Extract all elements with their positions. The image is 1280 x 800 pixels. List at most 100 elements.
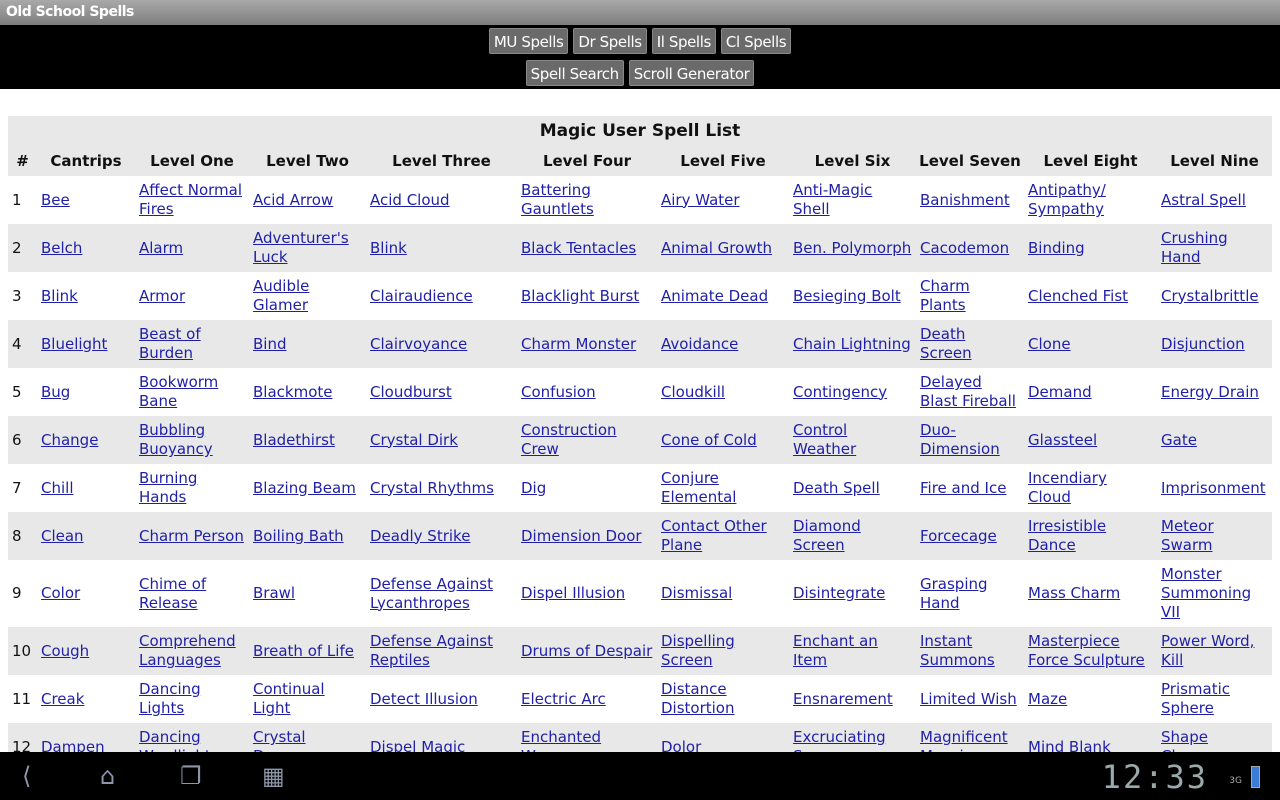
spell-link[interactable]: Chain Lightning (793, 335, 911, 353)
spell-link[interactable]: Construction Crew (521, 421, 617, 458)
spell-link[interactable]: Adventurer's Luck (253, 229, 349, 266)
spell-link[interactable]: Blacklight Burst (521, 287, 639, 305)
spell-link[interactable]: Color (41, 584, 80, 602)
spell-link[interactable]: Bee (41, 191, 70, 209)
home-icon[interactable]: ⌂ (100, 762, 115, 790)
spell-link[interactable]: Energy Drain (1161, 383, 1259, 401)
spell-link[interactable]: Duo-Dimension (920, 421, 1000, 458)
spell-link[interactable]: Disjunction (1161, 335, 1245, 353)
spell-link[interactable]: Burning Hands (139, 469, 197, 506)
spell-link[interactable]: Monster Summoning VII (1161, 565, 1251, 621)
spell-link[interactable]: Charm Person (139, 527, 244, 545)
spell-link[interactable]: Forcecage (920, 527, 997, 545)
spell-link[interactable]: Delayed Blast Fireball (920, 373, 1016, 410)
spell-link[interactable]: Black Tentacles (521, 239, 636, 257)
spell-link[interactable]: Bookworm Bane (139, 373, 218, 410)
mu-spells-button[interactable]: MU Spells (488, 28, 569, 54)
spell-link[interactable]: Boiling Bath (253, 527, 344, 545)
spell-link[interactable]: Excruciating Screams (793, 728, 886, 752)
spell-link[interactable]: Glassteel (1028, 431, 1097, 449)
spell-link[interactable]: Chime of Release (139, 575, 206, 612)
spell-link[interactable]: Bind (253, 335, 287, 353)
spell-link[interactable]: Magnificent Mansion (920, 728, 1008, 752)
spell-link[interactable]: Maze (1028, 690, 1067, 708)
spell-link[interactable]: Crushing Hand (1161, 229, 1228, 266)
spell-link[interactable]: Astral Spell (1161, 191, 1246, 209)
spell-link[interactable]: Breath of Life (253, 642, 354, 660)
spell-link[interactable]: Dismissal (661, 584, 732, 602)
spell-link[interactable]: Contact Other Plane (661, 517, 767, 554)
spell-link[interactable]: Clairvoyance (370, 335, 467, 353)
spell-link[interactable]: Clairaudience (370, 287, 473, 305)
spell-link[interactable]: Change (41, 431, 98, 449)
spell-search-button[interactable]: Spell Search (525, 60, 624, 86)
spell-link[interactable]: Masterpiece Force Sculpture (1028, 632, 1145, 669)
spell-link[interactable]: Dancing Lights (139, 680, 201, 717)
spell-link[interactable]: Charm Monster (521, 335, 636, 353)
spell-link[interactable]: Crystalbrittle (1161, 287, 1259, 305)
spell-link[interactable]: Dampen (41, 738, 105, 753)
spell-link[interactable]: Ensnarement (793, 690, 893, 708)
spell-link[interactable]: Distance Distortion (661, 680, 735, 717)
spell-link[interactable]: Anti-Magic Shell (793, 181, 872, 218)
spell-link[interactable]: Disintegrate (793, 584, 885, 602)
spell-link[interactable]: Instant Summons (920, 632, 995, 669)
il-spells-button[interactable]: Il Spells (651, 28, 716, 54)
spell-link[interactable]: Diamond Screen (793, 517, 861, 554)
spell-link[interactable]: Affect Normal Fires (139, 181, 242, 218)
spell-link[interactable]: Control Weather (793, 421, 856, 458)
spell-link[interactable]: Cloudkill (661, 383, 725, 401)
spell-link[interactable]: Death Spell (793, 479, 880, 497)
spell-link[interactable]: Electric Arc (521, 690, 606, 708)
spell-link[interactable]: Battering Gauntlets (521, 181, 594, 218)
spell-link[interactable]: Charm Plants (920, 277, 970, 314)
spell-link[interactable]: Bluelight (41, 335, 107, 353)
spell-link[interactable]: Clone (1028, 335, 1071, 353)
spell-link[interactable]: Dispel Illusion (521, 584, 625, 602)
spell-link[interactable]: Gate (1161, 431, 1197, 449)
spell-link[interactable]: Confusion (521, 383, 596, 401)
spell-link[interactable]: Antipathy/ Sympathy (1028, 181, 1106, 218)
spell-link[interactable]: Incendiary Cloud (1028, 469, 1107, 506)
spell-list-content[interactable]: Magic User Spell List # Cantrips Level One… (0, 89, 1280, 752)
spell-link[interactable]: Clenched Fist (1028, 287, 1128, 305)
spell-link[interactable]: Chill (41, 479, 73, 497)
cl-spells-button[interactable]: Cl Spells (720, 28, 792, 54)
spell-link[interactable]: Cloudburst (370, 383, 452, 401)
spell-link[interactable]: Animate Dead (661, 287, 768, 305)
spell-link[interactable]: Continual Light (253, 680, 325, 717)
spell-link[interactable]: Conjure Elemental (661, 469, 736, 506)
spell-link[interactable]: Blazing Beam (253, 479, 356, 497)
spell-link[interactable]: Airy Water (661, 191, 740, 209)
spell-link[interactable]: Limited Wish (920, 690, 1017, 708)
spell-link[interactable]: Irresistible Dance (1028, 517, 1106, 554)
spell-link[interactable]: Crystal Dagger (253, 728, 308, 752)
scroll-generator-button[interactable]: Scroll Generator (628, 60, 755, 86)
spell-link[interactable]: Comprehend Languages (139, 632, 236, 669)
spell-link[interactable]: Fire and Ice (920, 479, 1006, 497)
spell-link[interactable]: Acid Arrow (253, 191, 333, 209)
spell-link[interactable]: Meteor Swarm (1161, 517, 1214, 554)
spell-link[interactable]: Demand (1028, 383, 1092, 401)
spell-link[interactable]: Defense Against Lycanthropes (370, 575, 493, 612)
spell-link[interactable]: Besieging Bolt (793, 287, 901, 305)
spell-link[interactable]: Drums of Despair (521, 642, 652, 660)
spell-link[interactable]: Audible Glamer (253, 277, 309, 314)
spell-link[interactable]: Enchant an Item (793, 632, 878, 669)
spell-link[interactable]: Blink (41, 287, 78, 305)
app-menu-grid-icon[interactable]: ▦ (262, 762, 285, 790)
spell-link[interactable]: Beast of Burden (139, 325, 201, 362)
spell-link[interactable]: Cough (41, 642, 89, 660)
spell-link[interactable]: Death Screen (920, 325, 972, 362)
spell-link[interactable]: Dig (521, 479, 546, 497)
spell-link[interactable]: Belch (41, 239, 82, 257)
spell-link[interactable]: Acid Cloud (370, 191, 450, 209)
spell-link[interactable]: Bladethirst (253, 431, 335, 449)
spell-link[interactable]: Grasping Hand (920, 575, 988, 612)
spell-link[interactable]: Dancing Wordlights (139, 728, 219, 752)
spell-link[interactable]: Clean (41, 527, 84, 545)
spell-link[interactable]: Cacodemon (920, 239, 1009, 257)
spell-link[interactable]: Ben. Polymorph (793, 239, 911, 257)
spell-link[interactable]: Banishment (920, 191, 1010, 209)
recent-apps-icon[interactable]: ❐ (180, 762, 202, 790)
